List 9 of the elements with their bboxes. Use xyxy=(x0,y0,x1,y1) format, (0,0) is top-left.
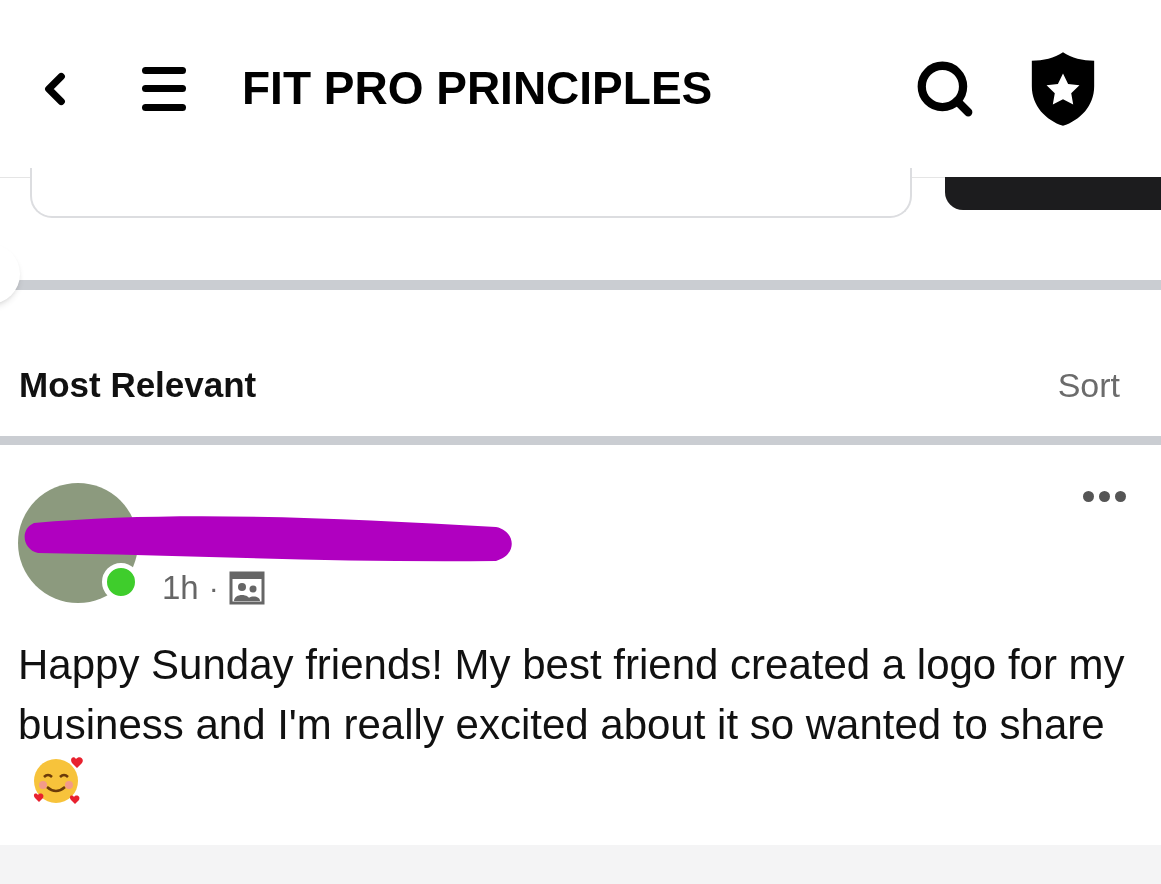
more-options-icon[interactable] xyxy=(1083,491,1126,502)
group-icon xyxy=(228,570,265,605)
sort-button[interactable]: Sort xyxy=(1057,359,1120,411)
post-time: 1h xyxy=(162,568,199,608)
separator-dot: · xyxy=(208,570,219,607)
page-title: FIT PRO PRINCIPLES xyxy=(242,61,713,116)
filter-button[interactable]: Most Relevant xyxy=(19,358,257,412)
shield-star-icon[interactable] xyxy=(1029,51,1097,126)
post-text: Happy Sunday friends! My best friend created a logo for my business and I'm really excited about it so wanted to share xyxy=(18,634,1128,815)
